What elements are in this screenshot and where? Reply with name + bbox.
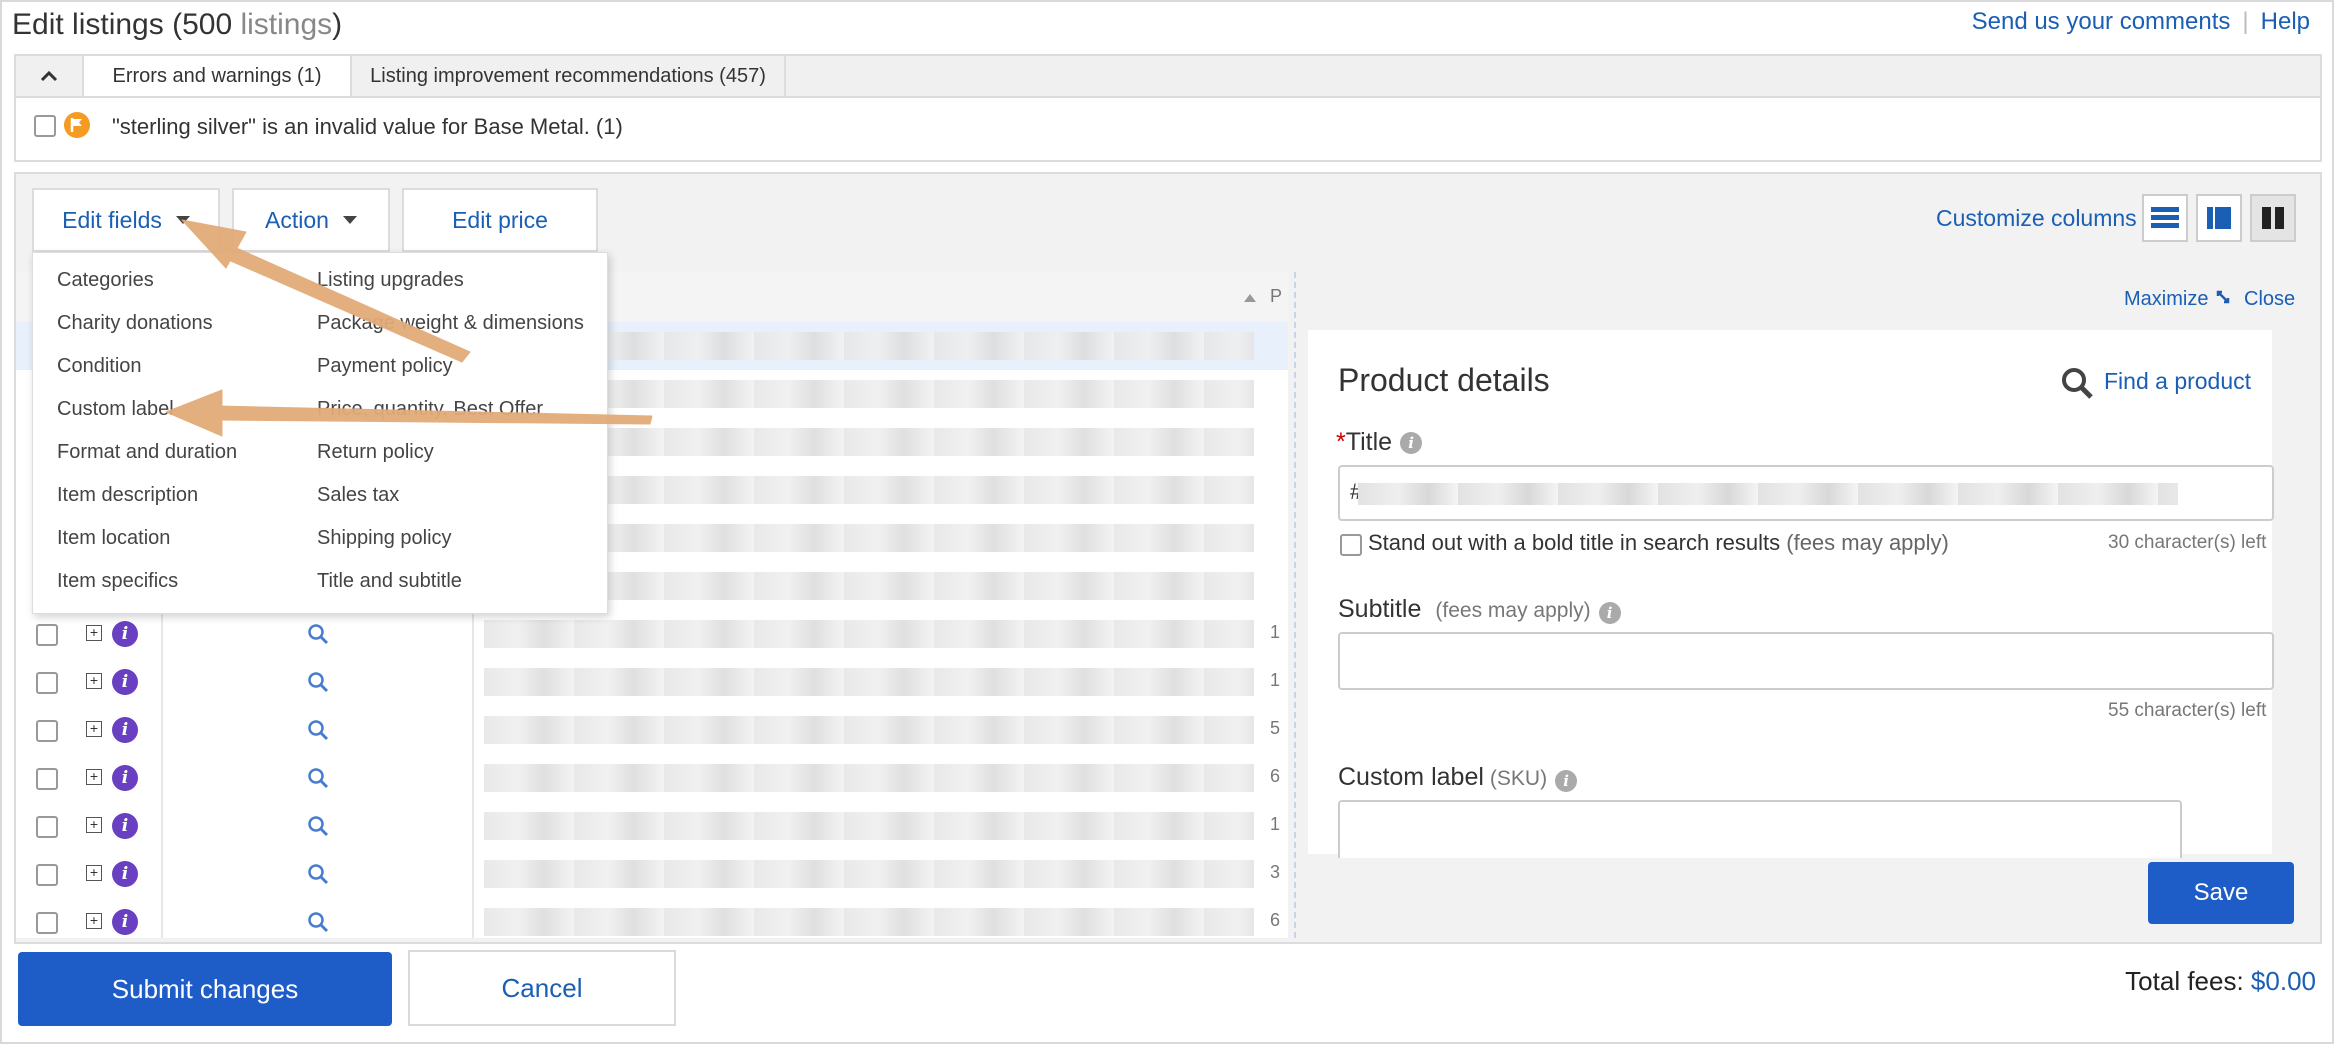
arrow-shaft-edit-fields [223,245,471,363]
arrow-shaft-custom-label [217,405,653,425]
arrow-head-custom-label [165,389,223,437]
annotation-arrows [165,219,653,437]
